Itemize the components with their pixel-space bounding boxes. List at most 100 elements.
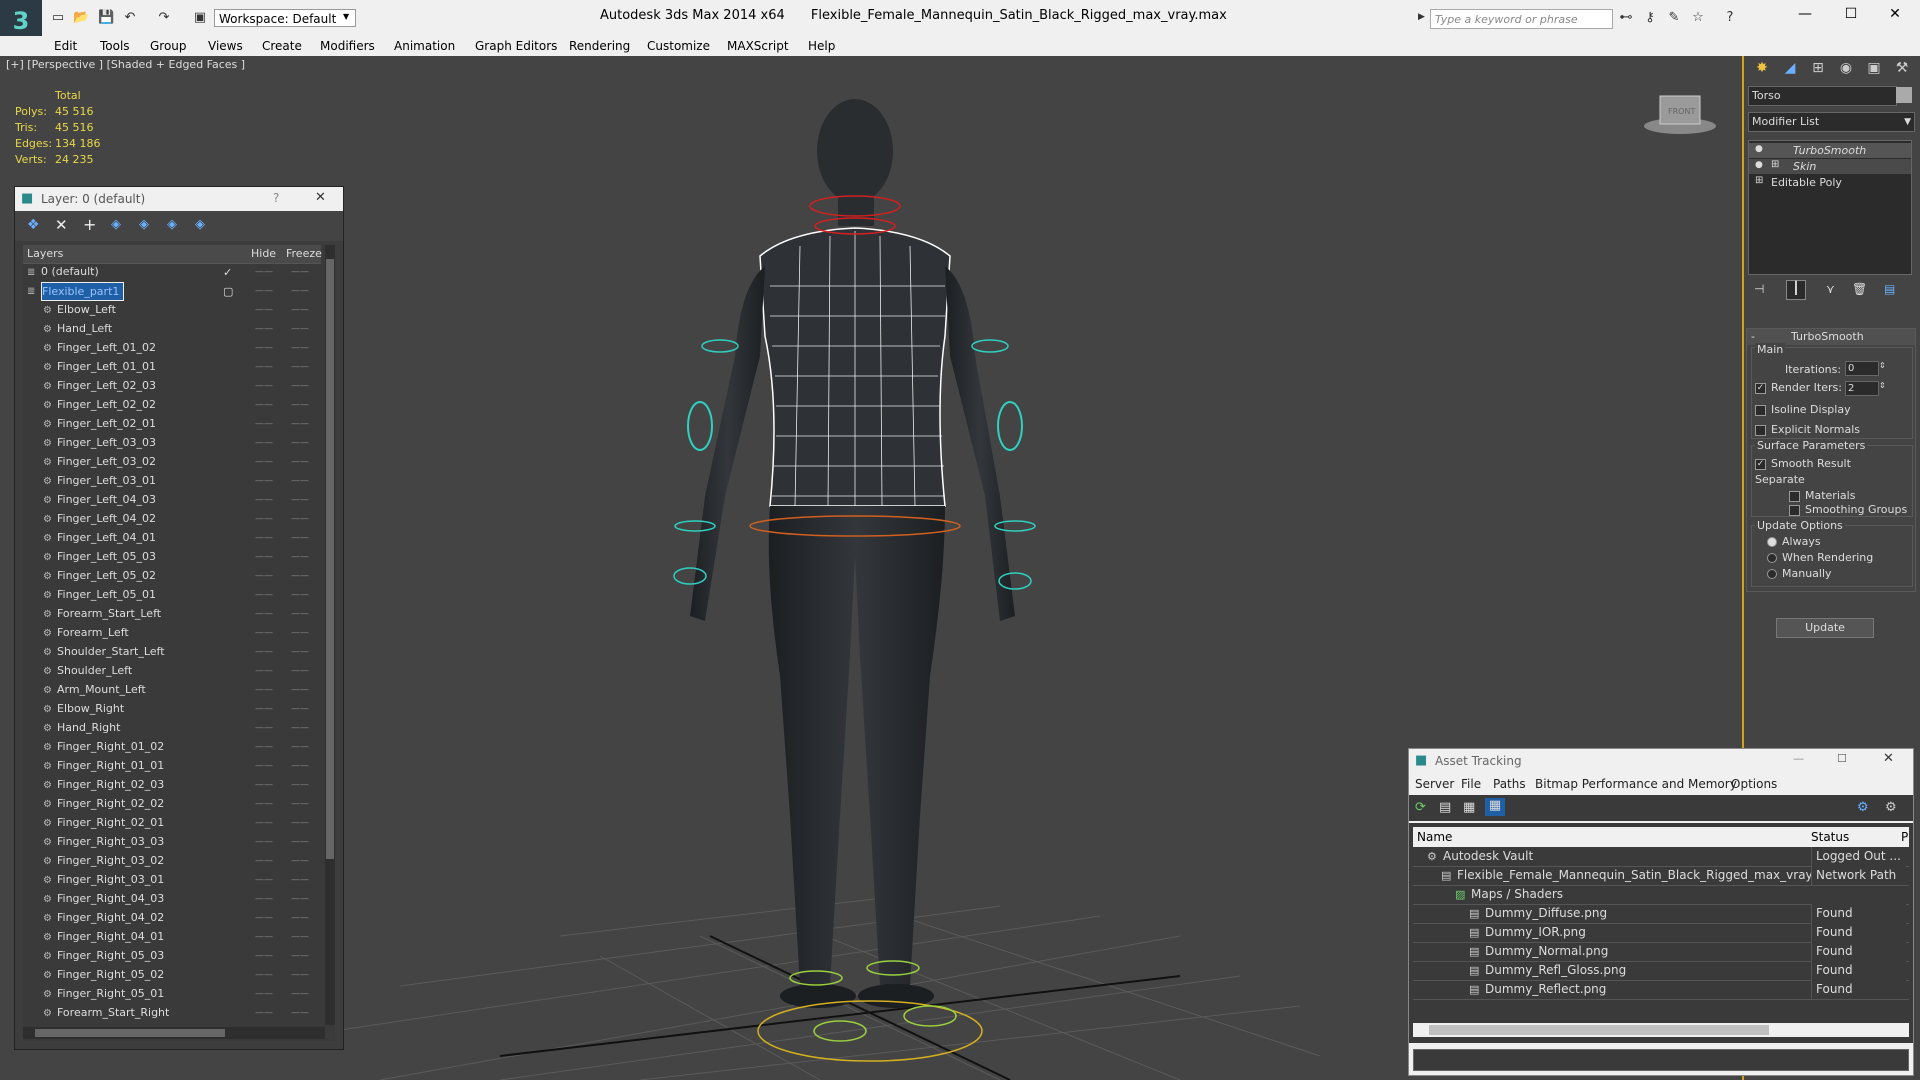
vault-settings-icon[interactable]: ⚙ [1885,800,1897,815]
vertical-scrollbar[interactable] [325,245,335,1025]
freeze-toggle[interactable]: —— [291,491,309,510]
asset-row[interactable]: ▤ Dummy_Diffuse.png Found [1413,904,1909,924]
hide-toggle[interactable]: —— [255,605,273,624]
table-view-icon[interactable]: ▦ [1485,798,1505,816]
freeze-toggle[interactable]: —— [291,586,309,605]
freeze-toggle[interactable]: —— [291,928,309,947]
layer-row[interactable]: ⚙ Forearm_Left —— —— [23,624,321,643]
hide-toggle[interactable]: —— [255,871,273,890]
delete-layer-icon[interactable]: ✕ [55,216,68,234]
layer-row[interactable]: ⚙ Forearm_Start_Right —— —— [23,1004,321,1023]
hide-toggle[interactable]: —— [255,643,273,662]
hide-toggle[interactable]: —— [255,320,273,339]
hide-toggle[interactable]: —— [255,358,273,377]
hierarchy-tab-icon[interactable]: ⊞ [1806,60,1830,82]
hide-toggle[interactable]: —— [255,415,273,434]
add-to-layer-icon[interactable]: + [83,215,96,234]
layer-row[interactable]: ⚙ Finger_Right_03_02 —— —— [23,852,321,871]
configure-sets-icon[interactable]: ▤ [1884,282,1895,296]
freeze-toggle[interactable]: —— [291,301,309,320]
asset-menu-file[interactable]: File [1461,777,1481,791]
layer-row[interactable]: ≣ Flexible_part1 ▢ —— —— [23,282,321,301]
layer-dialog-titlebar[interactable]: ■ Layer: 0 (default) ? ✕ [15,187,343,211]
layer-row[interactable]: ⚙ Finger_Right_04_01 —— —— [23,928,321,947]
hide-toggle[interactable]: —— [255,434,273,453]
lightbulb-icon[interactable]: ● [1755,144,1763,154]
manually-row[interactable]: Manually [1767,567,1832,580]
minimize-icon[interactable]: — [1793,752,1804,765]
spinner-arrows-icon[interactable]: ⇕ [1879,361,1886,370]
asset-hscrollbar[interactable] [1413,1023,1909,1037]
freeze-toggle[interactable]: —— [291,624,309,643]
col-status[interactable]: Status [1811,830,1849,844]
render-iters-spinner[interactable]: 2 [1845,381,1879,396]
layer-row[interactable]: ⚙ Elbow_Right —— —— [23,700,321,719]
hide-toggle[interactable]: —— [255,548,273,567]
layer-row[interactable]: ⚙ Finger_Right_02_03 —— —— [23,776,321,795]
layer-row[interactable]: ⚙ Finger_Left_02_02 —— —— [23,396,321,415]
menu-customize[interactable]: Customize [647,39,710,53]
object-color-swatch[interactable] [1896,87,1912,103]
freeze-toggle[interactable]: —— [291,662,309,681]
asset-row[interactable]: ▤ Dummy_Reflect.png Found [1413,980,1909,1000]
hide-toggle[interactable]: —— [255,624,273,643]
layer-row[interactable]: ⚙ Hand_Right —— —— [23,719,321,738]
show-end-result-icon[interactable]: ┃ [1786,280,1806,300]
close-icon[interactable]: ✕ [1880,6,1910,26]
explicit-normals-checkbox[interactable] [1755,424,1766,436]
new-file-icon[interactable]: ▭ [50,10,66,26]
detail-view-icon[interactable]: ▦ [1463,800,1475,815]
asset-menu-bitmap[interactable]: Bitmap Performance and Memory [1535,777,1737,791]
modify-tab-icon[interactable]: ◢ [1778,60,1802,82]
col-layers[interactable]: Layers [27,247,63,260]
hide-toggle[interactable]: —— [255,852,273,871]
freeze-toggle[interactable]: —— [291,567,309,586]
layer-row[interactable]: ⚙ Finger_Left_01_01 —— —— [23,358,321,377]
hide-toggle[interactable]: —— [255,947,273,966]
freeze-toggle[interactable]: —— [291,510,309,529]
hide-toggle[interactable]: —— [255,567,273,586]
communication-icon[interactable]: ✎ [1666,10,1682,26]
help-icon[interactable]: ? [1722,10,1738,26]
freeze-toggle[interactable]: —— [291,415,309,434]
viewcube[interactable]: FRONT [1644,95,1716,134]
freeze-toggle[interactable]: —— [291,947,309,966]
hide-toggle[interactable]: —— [255,1004,273,1023]
vault-help-icon[interactable]: ⚙ [1857,800,1869,815]
hide-toggle[interactable]: —— [255,339,273,358]
key-icon[interactable]: ⚷ [1642,10,1658,26]
hide-toggle[interactable]: —— [255,681,273,700]
asset-row[interactable]: ▤ Flexible_Female_Mannequin_Satin_Black_R… [1413,866,1909,886]
menu-group[interactable]: Group [150,39,187,53]
hide-toggle[interactable]: —— [255,909,273,928]
asset-hscroll-thumb[interactable] [1429,1025,1769,1035]
hide-toggle[interactable]: —— [255,510,273,529]
menu-help[interactable]: Help [808,39,835,53]
motion-tab-icon[interactable]: ◉ [1834,60,1858,82]
chevron-down-icon[interactable]: ▼ [343,12,353,24]
current-layer-check-icon[interactable]: ✓ [223,263,232,282]
freeze-toggle[interactable]: —— [291,700,309,719]
col-name[interactable]: Name [1417,830,1452,844]
layer-row[interactable]: ⚙ Finger_Right_05_01 —— —— [23,985,321,1004]
freeze-toggle[interactable]: —— [291,757,309,776]
undo-icon[interactable]: ↶ [122,10,138,26]
layer-row[interactable]: ⚙ Finger_Right_05_03 —— —— [23,947,321,966]
materials-checkbox[interactable] [1789,490,1800,502]
hide-toggle[interactable]: —— [255,738,273,757]
asset-menu-options[interactable]: Options [1731,777,1777,791]
freeze-toggle[interactable]: —— [291,833,309,852]
menu-rendering[interactable]: Rendering [569,39,630,53]
freeze-toggle[interactable]: —— [291,529,309,548]
layer-row[interactable]: ⚙ Finger_Right_02_01 —— —— [23,814,321,833]
freeze-toggle[interactable]: —— [291,966,309,985]
new-layer-icon[interactable]: ❖ [27,217,40,233]
smoothing-groups-row[interactable]: Smoothing Groups [1789,503,1907,516]
asset-row[interactable]: ▨ Maps / Shaders [1413,885,1909,905]
display-tab-icon[interactable]: ▣ [1862,60,1886,82]
freeze-toggle[interactable]: —— [291,263,309,282]
always-radio[interactable] [1767,537,1777,547]
freeze-toggle[interactable]: —— [291,985,309,1004]
play-arrow-icon[interactable]: ▶ [1418,12,1425,22]
search-input[interactable]: Type a keyword or phrase [1430,9,1613,29]
